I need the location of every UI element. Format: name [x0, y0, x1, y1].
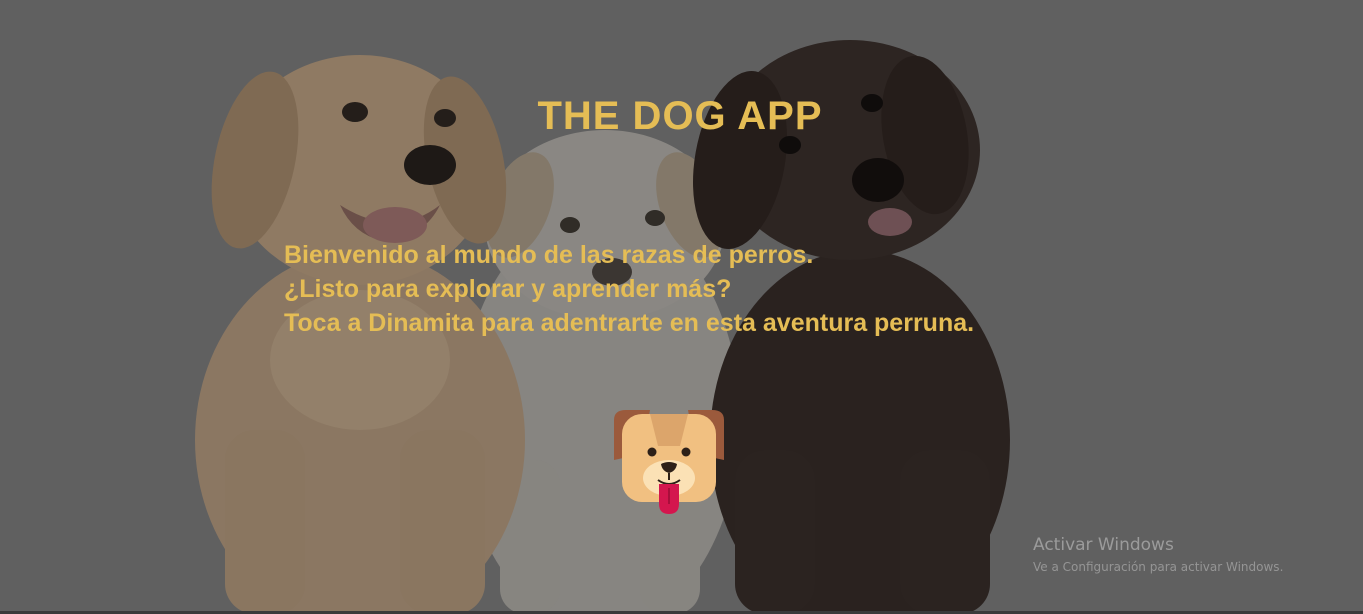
watermark-title: Activar Windows: [1033, 535, 1174, 555]
landing-page: THE DOG APP Bienvenido al mundo de las r…: [0, 0, 1363, 614]
app-title: THE DOG APP: [0, 94, 1363, 139]
dinamita-mascot-button[interactable]: [610, 408, 728, 518]
watermark-subtitle: Ve a Configuración para activar Windows.: [1033, 560, 1284, 574]
intro-line-question: ¿Listo para explorar y aprender más?: [284, 275, 732, 303]
intro-line-instruction: Toca a Dinamita para adentrarte en esta …: [284, 309, 975, 337]
dog-face-icon: [614, 410, 724, 514]
app-title-text: THE DOG APP: [537, 94, 823, 138]
windows-activation-watermark: Activar Windows Ve a Configuración para …: [1033, 534, 1283, 578]
intro-text-block: Bienvenido al mundo de las razas de perr…: [284, 238, 974, 340]
intro-line-welcome: Bienvenido al mundo de las razas de perr…: [284, 241, 814, 269]
